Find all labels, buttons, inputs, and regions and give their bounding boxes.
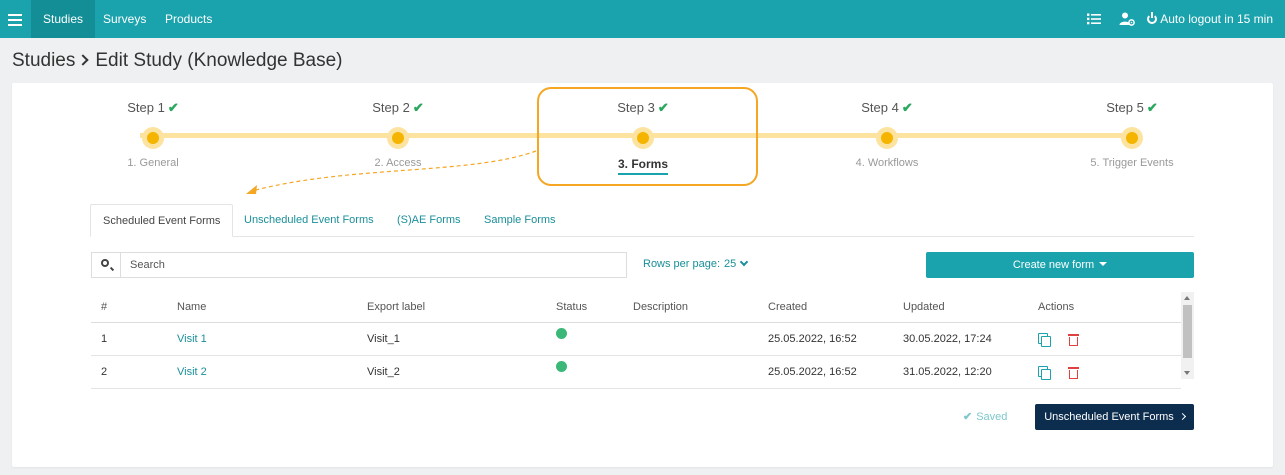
- check-icon: ✔: [167, 100, 179, 115]
- saved-text: Saved: [976, 411, 1008, 423]
- step-label: Step 4: [861, 100, 899, 115]
- step-label: Step 1: [127, 100, 165, 115]
- table-row: 2 Visit 2 Visit_2 25.05.2022, 16:52 31.0…: [91, 356, 1181, 389]
- copy-icon[interactable]: [1038, 366, 1051, 380]
- list-check-icon[interactable]: [1086, 11, 1102, 27]
- form-name-link[interactable]: Visit 1: [177, 323, 207, 356]
- header-updated: Updated: [903, 301, 945, 313]
- step-5[interactable]: Step 5 ✔ 5. Trigger Events: [1062, 100, 1202, 169]
- form-tabs: Scheduled Event Forms Unscheduled Event …: [90, 204, 1194, 237]
- scroll-down-icon[interactable]: [1184, 371, 1190, 375]
- trash-icon[interactable]: [1068, 333, 1080, 346]
- scroll-up-icon[interactable]: [1184, 296, 1190, 300]
- created-date: 25.05.2022, 16:52: [768, 366, 857, 378]
- next-unscheduled-event-forms-button[interactable]: Unscheduled Event Forms: [1035, 404, 1194, 430]
- row-number: 2: [101, 366, 108, 378]
- step-dot: [876, 127, 898, 149]
- top-navbar: Studies Surveys Products Auto logout in …: [0, 0, 1285, 38]
- scroll-thumb[interactable]: [1183, 305, 1192, 358]
- check-icon: ✔: [1146, 100, 1158, 115]
- tab-unscheduled-event-forms[interactable]: Unscheduled Event Forms: [232, 204, 386, 237]
- check-icon: ✔: [901, 100, 913, 115]
- table-scrollbar[interactable]: [1181, 292, 1194, 379]
- header-number: #: [101, 301, 108, 313]
- search-input[interactable]: [122, 253, 626, 277]
- status-active-icon: [556, 361, 567, 372]
- create-new-form-label: Create new form: [1012, 259, 1095, 271]
- updated-date: 30.05.2022, 17:24: [903, 333, 992, 345]
- breadcrumb: Studies Edit Study (Knowledge Base): [12, 50, 343, 72]
- step-dot: [1121, 127, 1143, 149]
- step-4[interactable]: Step 4 ✔ 4. Workflows: [817, 100, 957, 169]
- forms-table: # Name Export label Status Description C…: [91, 292, 1181, 389]
- status-active-icon: [556, 328, 567, 339]
- auto-logout-text: Auto logout in 15 min: [1160, 12, 1273, 26]
- tab-scheduled-event-forms[interactable]: Scheduled Event Forms: [90, 204, 234, 237]
- trash-icon[interactable]: [1068, 366, 1080, 379]
- header-export-label: Export label: [367, 301, 426, 313]
- chevron-down-icon: [740, 257, 749, 267]
- chevron-right-icon: [1178, 412, 1186, 421]
- breadcrumb-studies[interactable]: Studies: [12, 50, 75, 71]
- export-label: Visit_2: [367, 366, 400, 378]
- step-1[interactable]: Step 1 ✔ 1. General: [83, 100, 223, 169]
- step-sub-label: 4. Workflows: [855, 157, 919, 169]
- step-sub-label: 5. Trigger Events: [1090, 157, 1174, 169]
- step-label: Step 5: [1106, 100, 1144, 115]
- nav-surveys[interactable]: Surveys: [91, 0, 158, 38]
- hamburger-menu-icon[interactable]: [8, 11, 22, 27]
- rows-per-page-select[interactable]: 25: [724, 257, 749, 270]
- check-icon: ✔: [963, 411, 973, 423]
- power-icon: [1147, 12, 1158, 24]
- tab-sae-forms[interactable]: (S)AE Forms: [385, 204, 473, 237]
- check-icon: ✔: [412, 100, 424, 115]
- step-label: Step 2: [372, 100, 410, 115]
- rows-per-page-value: 25: [724, 258, 737, 270]
- nav-products[interactable]: Products: [153, 0, 224, 38]
- search-box: [91, 252, 627, 278]
- saved-status: ✔ Saved: [963, 410, 1007, 423]
- auto-logout-timer: Auto logout in 15 min: [1147, 0, 1273, 38]
- header-status: Status: [556, 301, 588, 313]
- header-name: Name: [177, 301, 207, 313]
- caret-down-icon: [1099, 262, 1108, 266]
- chevron-right-icon: [77, 54, 90, 66]
- rows-per-page-label: Rows per page:: [643, 258, 721, 270]
- breadcrumb-current: Edit Study (Knowledge Base): [95, 50, 343, 71]
- form-name-link[interactable]: Visit 2: [177, 356, 207, 389]
- header-description: Description: [633, 301, 689, 313]
- header-actions: Actions: [1038, 301, 1075, 313]
- header-created: Created: [768, 301, 808, 313]
- current-step-highlight: [537, 87, 758, 186]
- nav-studies[interactable]: Studies: [31, 0, 96, 38]
- export-label: Visit_1: [367, 333, 400, 345]
- row-number: 1: [101, 333, 108, 345]
- step-dot: [142, 127, 164, 149]
- created-date: 25.05.2022, 16:52: [768, 333, 857, 345]
- tab-sample-forms[interactable]: Sample Forms: [472, 204, 568, 237]
- status-cell: [556, 356, 567, 389]
- next-button-label: Unscheduled Event Forms: [1044, 411, 1174, 423]
- table-header: # Name Export label Status Description C…: [91, 292, 1181, 323]
- copy-icon[interactable]: [1038, 333, 1051, 347]
- rows-per-page: Rows per page: 25: [643, 257, 749, 270]
- step-sub-label: 1. General: [127, 157, 179, 169]
- status-cell: [556, 323, 567, 356]
- create-new-form-button[interactable]: Create new form: [926, 252, 1194, 278]
- user-settings-icon[interactable]: [1119, 11, 1135, 27]
- table-row: 1 Visit 1 Visit_1 25.05.2022, 16:52 30.0…: [91, 323, 1181, 356]
- search-icon: [92, 253, 121, 277]
- annotation-arrow: [246, 150, 537, 194]
- updated-date: 31.05.2022, 12:20: [903, 366, 992, 378]
